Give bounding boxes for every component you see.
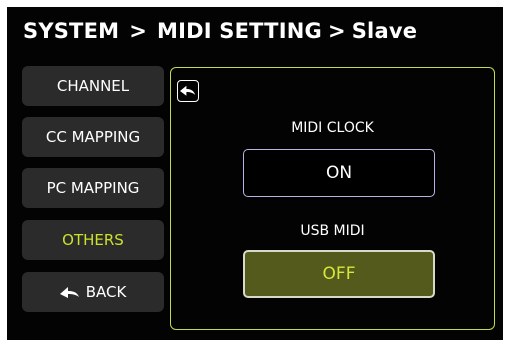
- breadcrumb-system: SYSTEM: [23, 19, 120, 43]
- usb-midi-toggle[interactable]: OFF: [243, 250, 435, 298]
- return-arrow-icon: [180, 85, 196, 96]
- breadcrumb-midi-setting: MIDI SETTING: [157, 19, 322, 43]
- midi-clock-label: MIDI CLOCK: [291, 120, 374, 136]
- midi-clock-value: ON: [325, 163, 353, 183]
- breadcrumb-separator: >: [129, 19, 148, 43]
- back-button-label: BACK: [85, 283, 127, 301]
- sidebar-item-label: CHANNEL: [56, 77, 130, 95]
- back-arrow-icon: [59, 287, 79, 298]
- sidebar-item-others[interactable]: OTHERS: [22, 220, 164, 260]
- breadcrumb-separator: >: [327, 19, 346, 43]
- breadcrumb: SYSTEM > MIDI SETTING > Slave: [23, 19, 417, 43]
- breadcrumb-slave: Slave: [351, 19, 418, 43]
- sidebar-item-cc-mapping[interactable]: CC MAPPING: [22, 117, 164, 157]
- sidebar-item-pc-mapping[interactable]: PC MAPPING: [22, 168, 164, 208]
- device-screen: SYSTEM > MIDI SETTING > Slave CHANNEL CC MAP…: [7, 7, 503, 340]
- usb-midi-label: USB MIDI: [300, 223, 365, 239]
- sidebar-item-label: CC MAPPING: [45, 128, 141, 146]
- return-button[interactable]: [177, 80, 199, 102]
- usb-midi-value: OFF: [322, 264, 356, 284]
- sidebar-item-label: OTHERS: [62, 231, 124, 249]
- sidebar-item-label: PC MAPPING: [46, 179, 140, 197]
- midi-clock-toggle[interactable]: ON: [243, 149, 435, 197]
- sidebar-item-channel[interactable]: CHANNEL: [22, 66, 164, 106]
- settings-panel: MIDI CLOCK ON USB MIDI OFF: [170, 67, 495, 330]
- back-button[interactable]: BACK: [22, 272, 164, 312]
